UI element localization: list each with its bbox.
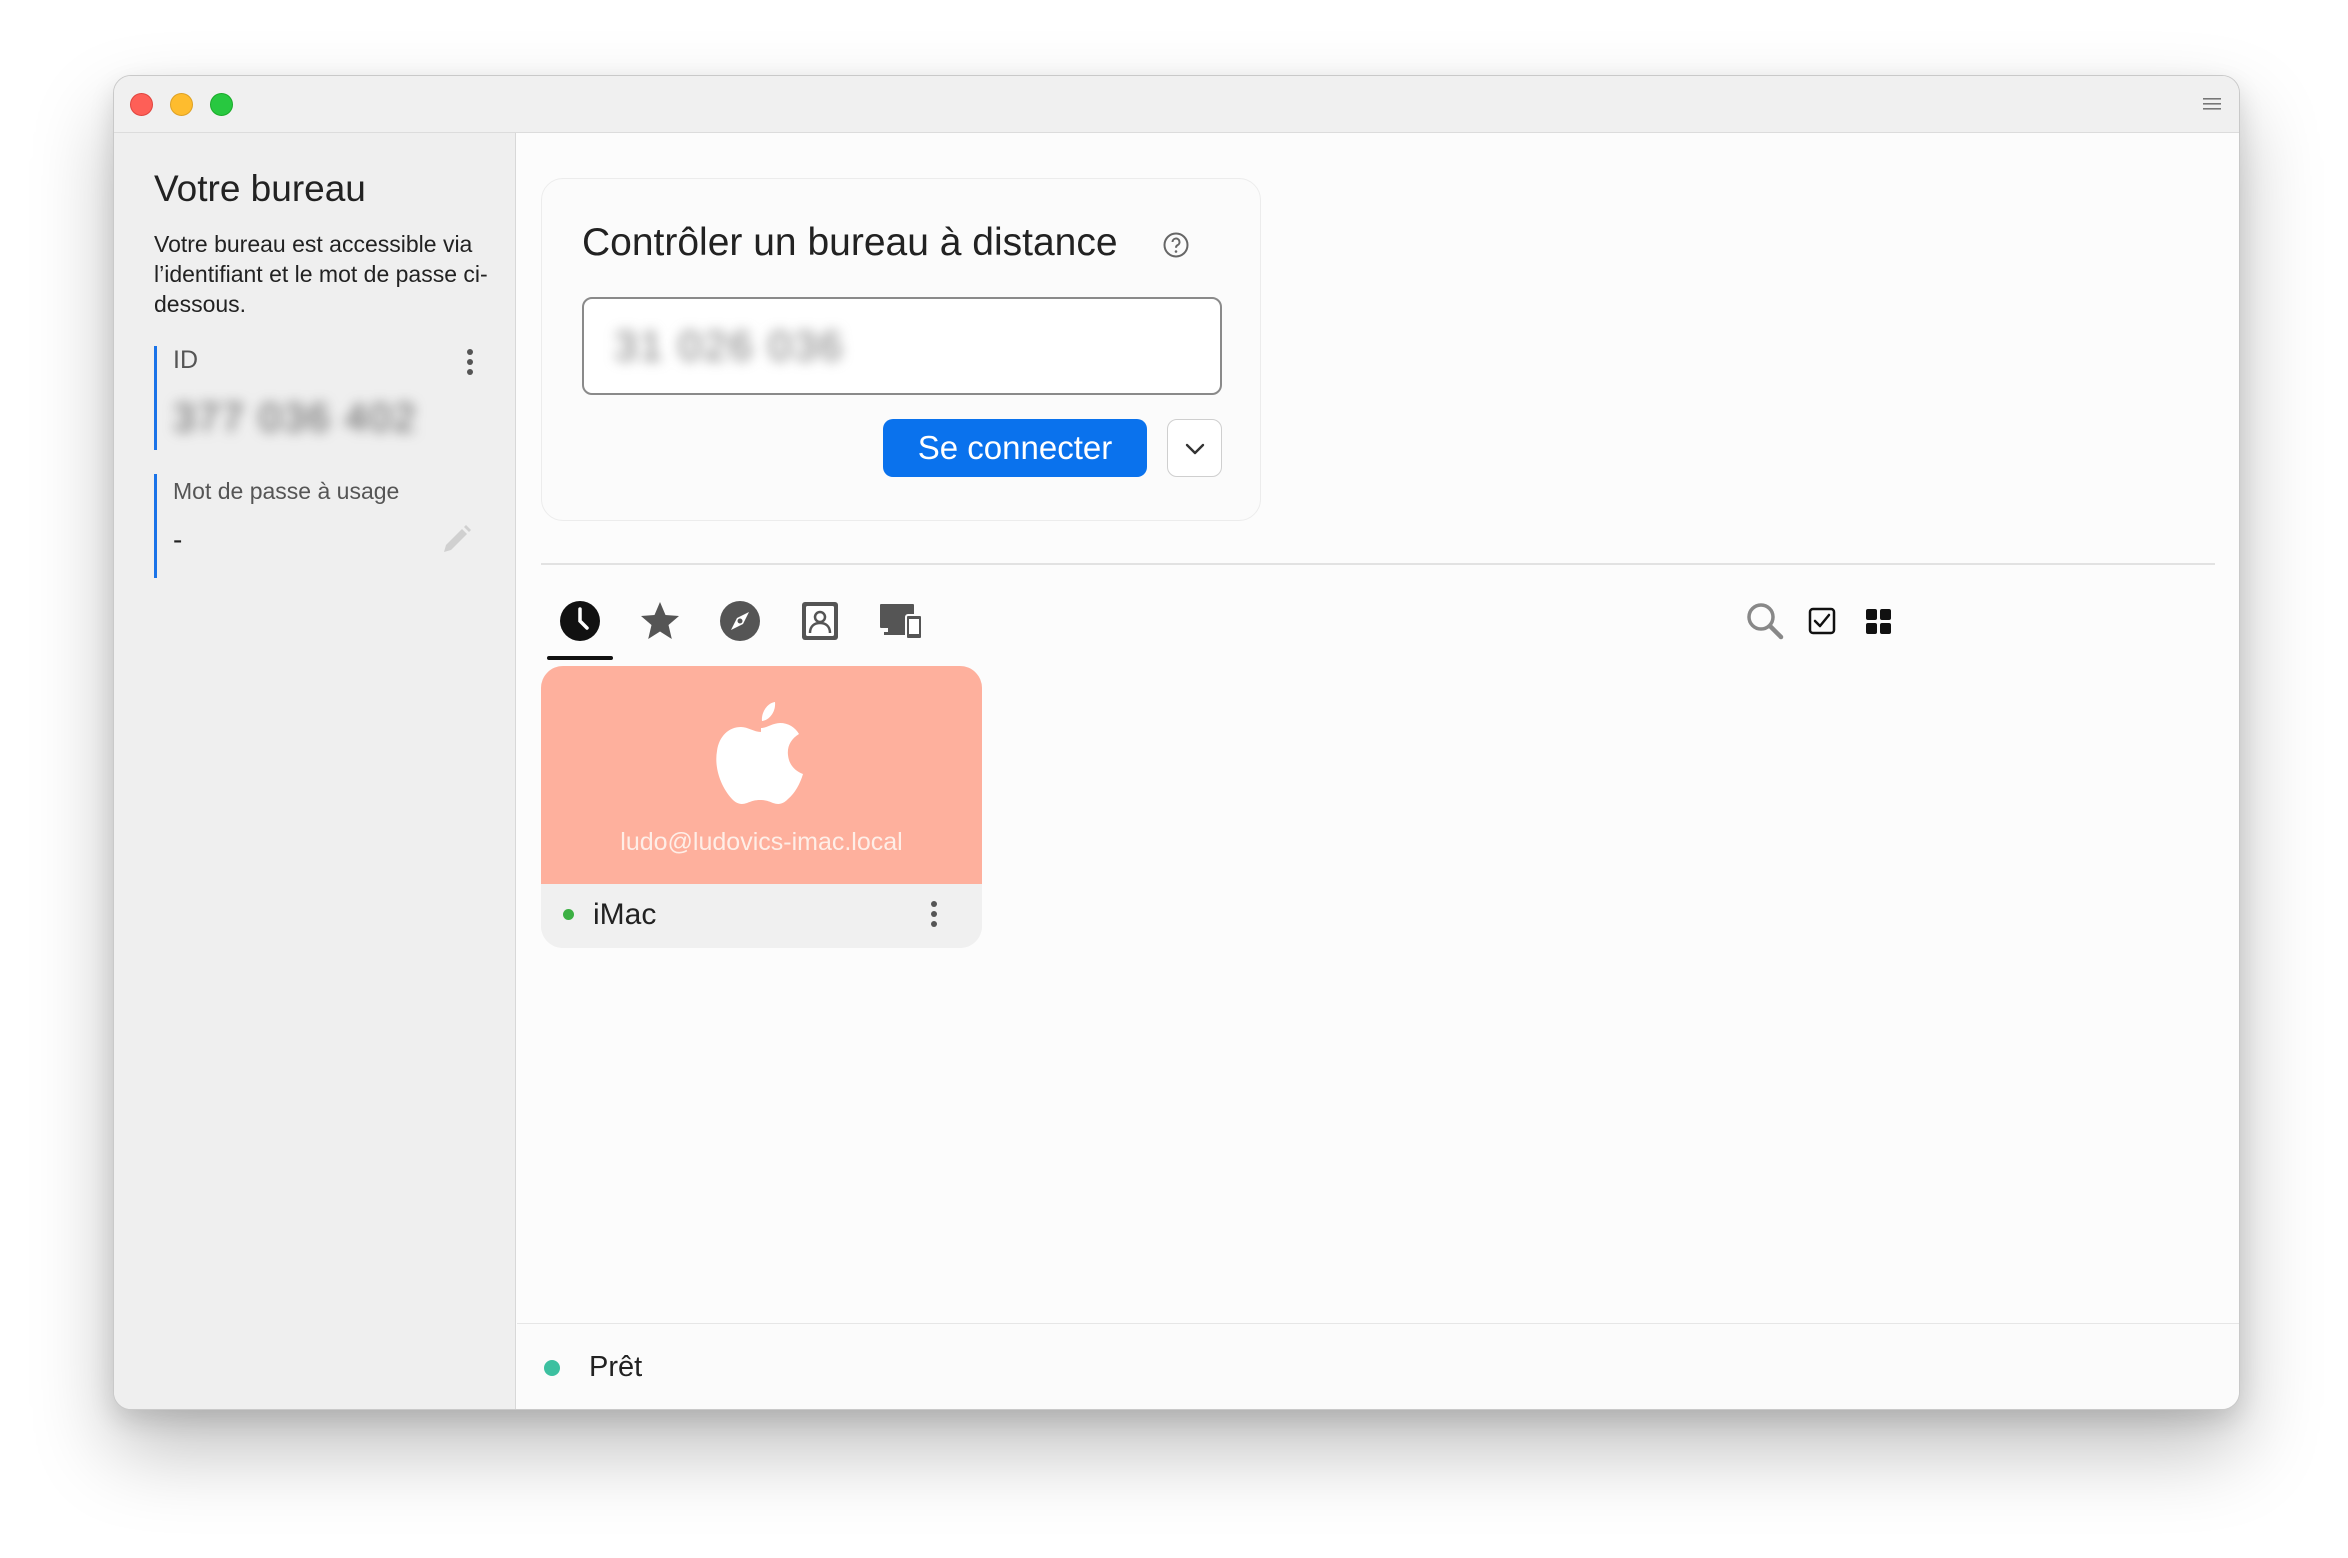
chevron-down-icon xyxy=(1185,443,1205,455)
minimize-window-button[interactable] xyxy=(170,93,193,116)
active-tab-indicator xyxy=(547,656,613,660)
password-value: - xyxy=(173,524,183,555)
peer-footer: iMac xyxy=(541,884,982,948)
favorites-tab[interactable] xyxy=(632,593,688,649)
devices-tab[interactable] xyxy=(872,593,928,649)
status-indicator-dot xyxy=(544,1360,560,1376)
select-mode-icon[interactable] xyxy=(1796,595,1848,647)
connect-button[interactable]: Se connecter xyxy=(883,419,1147,477)
apple-logo-icon xyxy=(716,702,803,804)
peer-options-icon[interactable] xyxy=(930,900,938,928)
hamburger-menu-icon[interactable] xyxy=(2201,96,2223,112)
compass-icon xyxy=(720,601,760,641)
clock-icon xyxy=(560,601,600,641)
connect-options-button[interactable] xyxy=(1167,419,1222,477)
sidebar-title: Votre bureau xyxy=(154,168,366,209)
peer-card[interactable]: ludo@ludovics-imac.local iMac xyxy=(541,666,982,948)
discovered-tab[interactable] xyxy=(712,593,768,649)
star-icon xyxy=(641,602,679,639)
devices-icon xyxy=(880,604,923,640)
remote-id-input[interactable]: 31 026 036 xyxy=(582,297,1222,395)
zoom-window-button[interactable] xyxy=(210,93,233,116)
recent-tab[interactable] xyxy=(552,593,608,649)
search-icon[interactable] xyxy=(1739,595,1791,647)
connect-title: Contrôler un bureau à distance xyxy=(582,221,1118,264)
id-label: ID xyxy=(173,346,198,374)
id-options-icon[interactable] xyxy=(466,348,474,376)
password-label: Mot de passe à usage xyxy=(173,478,400,504)
peer-username: ludo@ludovics-imac.local xyxy=(620,828,903,856)
app-window: Votre bureau Votre bureau est accessible… xyxy=(113,75,2240,1410)
peer-thumbnail[interactable]: ludo@ludovics-imac.local xyxy=(541,666,982,884)
contact-book-icon xyxy=(802,602,838,640)
status-text: Prêt xyxy=(589,1351,643,1383)
id-value[interactable]: 377 036 402 xyxy=(173,396,417,441)
address-book-tab[interactable] xyxy=(792,593,848,649)
close-window-button[interactable] xyxy=(130,93,153,116)
online-status-dot xyxy=(563,909,574,920)
edit-password-icon[interactable] xyxy=(438,522,474,558)
remote-id-value: 31 026 036 xyxy=(614,322,845,369)
status-bar: Prêt xyxy=(517,1323,2239,1409)
remote-connect-card: Contrôler un bureau à distance 31 026 03… xyxy=(541,178,1261,521)
peer-name: iMac xyxy=(593,898,657,931)
sidebar-description: Votre bureau est accessible via l’identi… xyxy=(154,231,488,317)
sidebar: Votre bureau Votre bureau est accessible… xyxy=(114,133,516,1409)
main-panel: Contrôler un bureau à distance 31 026 03… xyxy=(517,133,2239,1409)
section-divider xyxy=(541,563,2215,565)
password-field: Mot de passe à usage - xyxy=(154,474,474,578)
grid-view-icon[interactable] xyxy=(1852,595,1904,647)
id-field: ID 377 036 402 xyxy=(154,346,474,450)
help-icon[interactable] xyxy=(1162,231,1190,259)
title-bar xyxy=(114,76,2239,133)
